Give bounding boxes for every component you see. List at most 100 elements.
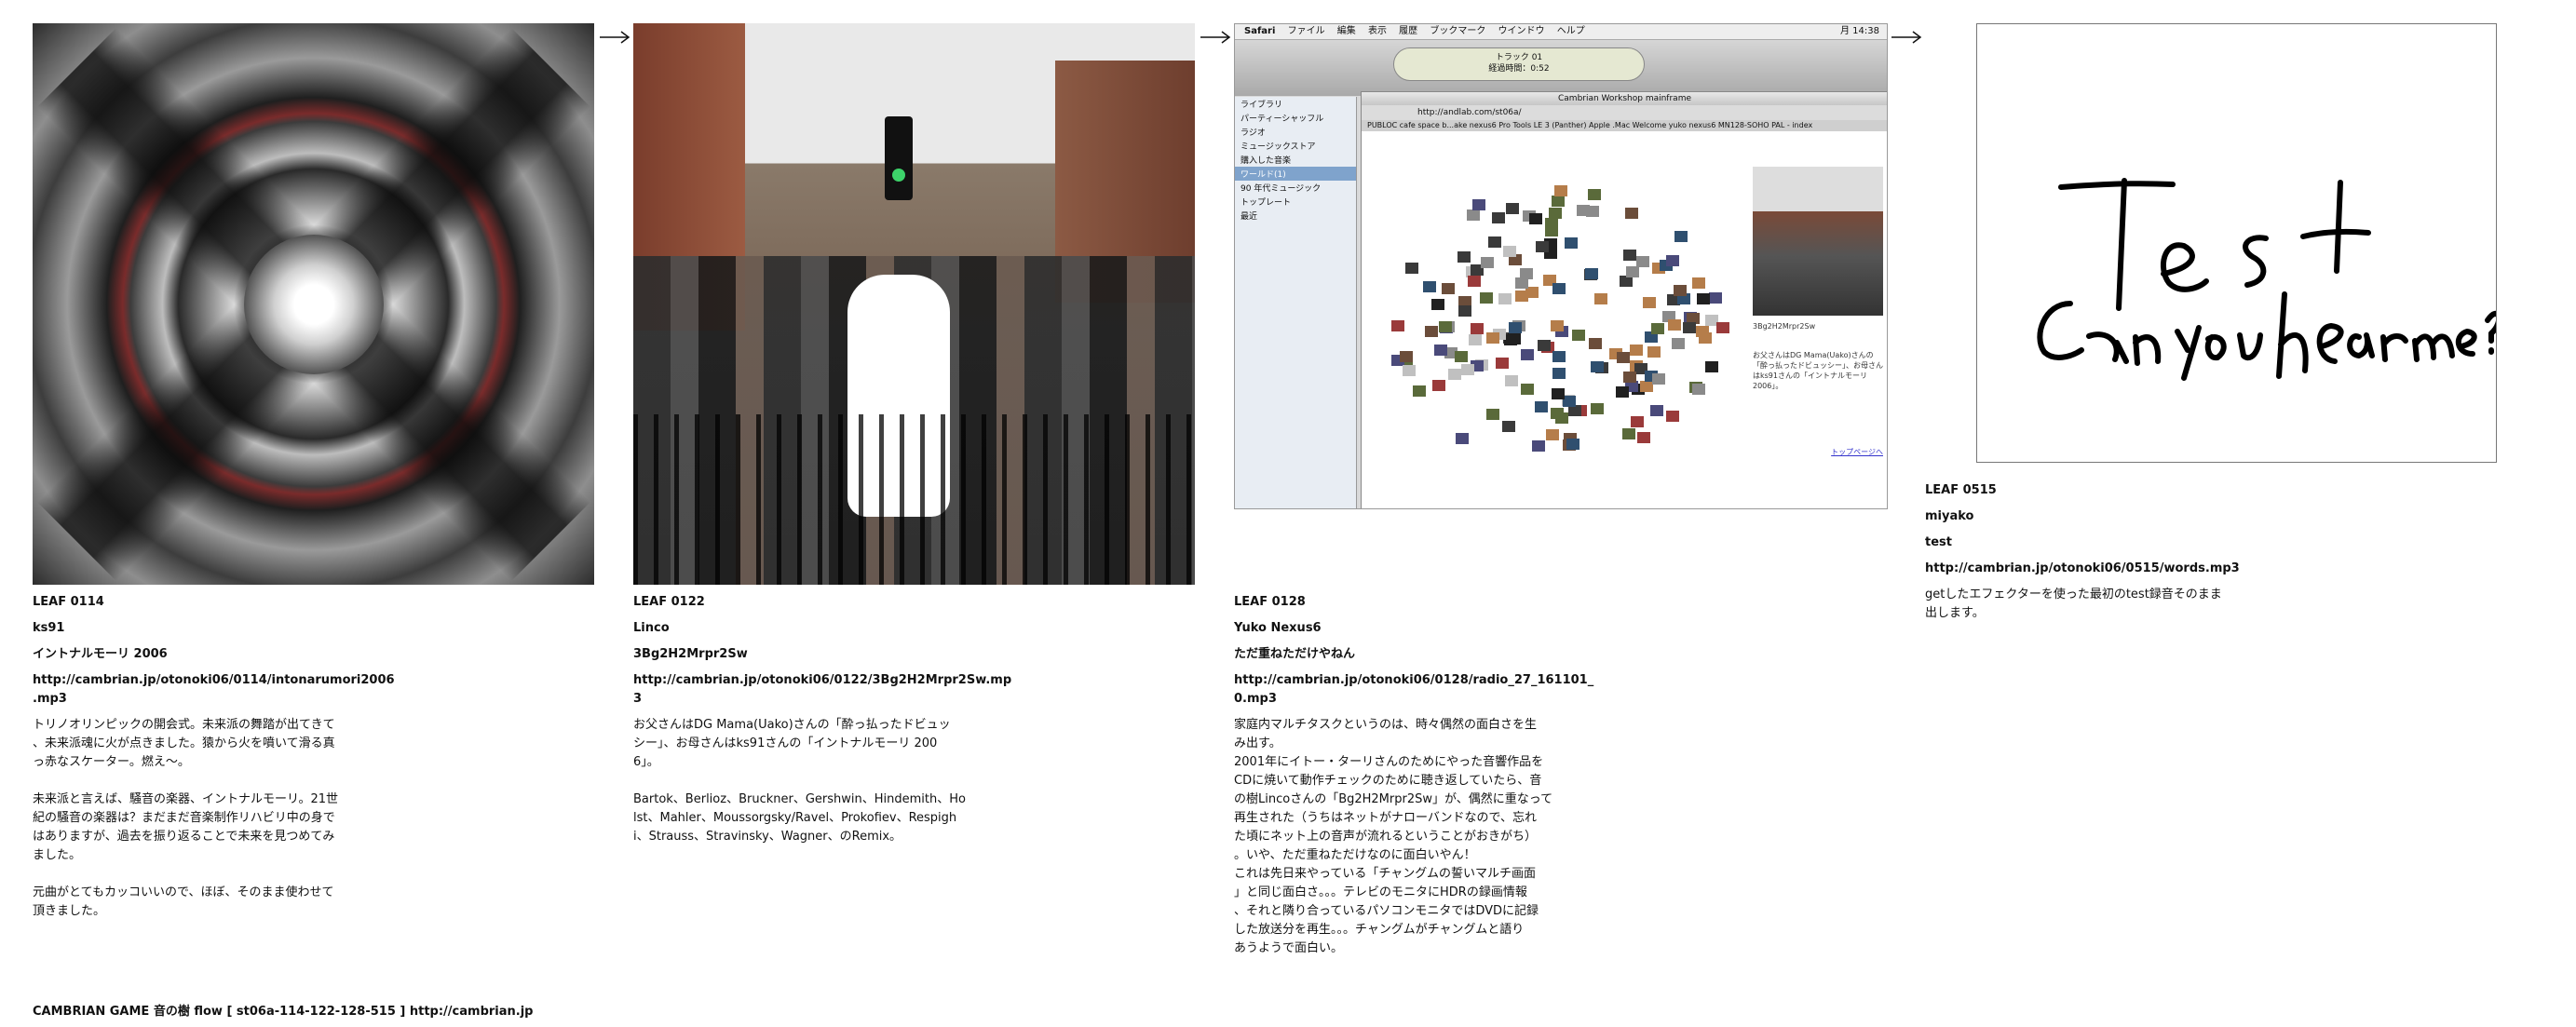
graph-thumbnail	[1471, 198, 1485, 210]
graph-thumbnail	[1425, 325, 1439, 337]
leaf-url[interactable]: http://cambrian.jp/otonoki06/0128/radio_…	[1234, 671, 1634, 709]
graph-thumbnail	[1552, 368, 1566, 380]
graph-thumbnail	[1457, 251, 1471, 264]
right-column: 3Bg2H2Mrpr2Sw お父さんはDG Mama(Uako)さんの「酔っ払っ…	[1753, 167, 1883, 502]
street-image	[633, 23, 1195, 585]
graph-thumbnail	[1625, 266, 1639, 278]
graph-thumbnail	[1448, 369, 1462, 381]
graph-thumbnail	[1566, 439, 1579, 451]
graph-thumbnail	[1520, 383, 1534, 395]
graph-thumbnail	[1480, 291, 1494, 304]
graph-thumbnail	[1636, 255, 1650, 267]
graph-thumbnail	[1485, 331, 1499, 344]
screenshot-image: Safari ファイル 編集 表示 履歴 ブックマーク ウインドウ ヘルプ 月 …	[1234, 23, 1888, 509]
right-arrow-icon	[1200, 30, 1231, 45]
graph-thumbnail	[1594, 292, 1608, 304]
graph-thumbnail	[1495, 358, 1509, 370]
graph-thumbnail	[1671, 337, 1685, 349]
graph-thumbnail	[1505, 374, 1519, 386]
leaf-author: ks91	[33, 621, 65, 635]
graph-thumbnail	[1667, 319, 1681, 331]
graph-thumbnail	[1439, 320, 1453, 332]
graph-thumbnail	[1433, 344, 1447, 356]
leaf-paragraph: お父さんはDG Mama(Uako)さんの「酔っ払ったドビュッ シー」、お母さん…	[633, 718, 951, 769]
graph-thumbnail	[1715, 322, 1729, 334]
graph-thumbnail	[1521, 349, 1535, 361]
handwriting-image	[1976, 23, 2497, 463]
graph-thumbnail	[1590, 361, 1604, 373]
graph-thumbnail	[1637, 432, 1651, 444]
graph-thumbnail	[1486, 409, 1500, 421]
leaf-url[interactable]: http://cambrian.jp/otonoki06/0515/words.…	[1925, 560, 2316, 578]
graph-thumbnail	[1491, 212, 1505, 224]
graph-thumbnail	[1623, 249, 1637, 261]
graph-thumbnail	[1552, 350, 1566, 362]
leaf-paragraph: Bartok、Berlioz、Bruckner、Gershwin、Hindemi…	[633, 792, 966, 844]
graph-thumbnail	[1430, 298, 1444, 310]
graph-thumbnail	[1552, 387, 1566, 399]
tree-graph	[1371, 167, 1743, 483]
graph-thumbnail	[1502, 421, 1516, 433]
graph-thumbnail	[1630, 416, 1644, 428]
graph-thumbnail	[1565, 236, 1579, 249]
graph-thumbnail	[1615, 385, 1629, 398]
graph-thumbnail	[1652, 373, 1666, 385]
footer-text: CAMBRIAN GAME 音の樹 flow [ st06a-114-122-1…	[33, 1005, 534, 1019]
graph-thumbnail	[1481, 257, 1495, 269]
leaf-author: Linco	[633, 621, 670, 635]
leaf-id: LEAF 0128	[1234, 595, 1306, 609]
graph-thumbnail	[1666, 254, 1680, 266]
leaf-url[interactable]: http://cambrian.jp/otonoki06/0122/3Bg2H2…	[633, 671, 1024, 709]
graph-thumbnail	[1470, 322, 1484, 334]
leaf-id: LEAF 0515	[1925, 483, 1997, 497]
graph-thumbnail	[1567, 405, 1581, 417]
graph-thumbnail	[1552, 283, 1566, 295]
leaf-url[interactable]: http://cambrian.jp/otonoki06/0114/intona…	[33, 671, 405, 709]
graph-thumbnail	[1506, 202, 1520, 214]
graph-thumbnail	[1455, 351, 1469, 363]
graph-thumbnail	[1708, 292, 1722, 304]
graph-thumbnail	[1515, 291, 1529, 303]
graph-thumbnail	[1584, 267, 1598, 279]
graph-thumbnail	[1423, 281, 1437, 292]
graph-thumbnail	[1520, 267, 1534, 279]
graph-thumbnail	[1563, 395, 1577, 407]
graph-thumbnail	[1682, 321, 1696, 333]
graph-thumbnail	[1550, 408, 1564, 420]
leaf-id: LEAF 0122	[633, 595, 705, 609]
graph-thumbnail	[1498, 293, 1512, 305]
leaf-title: 3Bg2H2Mrpr2Sw	[633, 647, 748, 661]
graph-thumbnail	[1692, 277, 1706, 290]
graph-thumbnail	[1623, 371, 1637, 383]
leaf-caption-0122: LEAF 0122 Linco 3Bg2H2Mrpr2Sw http://cam…	[633, 593, 1024, 846]
graph-thumbnail	[1503, 245, 1517, 257]
leaf-caption-0128: LEAF 0128 Yuko Nexus6 ただ重ねただけやねん http://…	[1234, 593, 1634, 958]
clock: 月 14:38	[1840, 26, 1879, 36]
graph-thumbnail	[1413, 385, 1427, 397]
graph-thumbnail	[1554, 184, 1568, 196]
graph-thumbnail	[1546, 428, 1560, 440]
graph-thumbnail	[1591, 403, 1605, 415]
leaf-title: test	[1925, 535, 1952, 549]
leaf-title: イントナルモーリ 2006	[33, 647, 168, 661]
graph-thumbnail	[1442, 283, 1456, 295]
graph-thumbnail	[1698, 331, 1712, 344]
graph-thumbnail	[1488, 236, 1501, 248]
right-arrow-icon	[1891, 30, 1922, 45]
graph-thumbnail	[1650, 404, 1664, 416]
leaf-caption-0515: LEAF 0515 miyako test http://cambrian.jp…	[1925, 481, 2316, 623]
leaf-title: ただ重ねただけやねん	[1234, 647, 1356, 661]
graph-thumbnail	[1588, 337, 1602, 349]
leaf-paragraph: 元曲がとてもカッコいいので、ほぼ、そのまま使わせて 頂きました。	[33, 885, 334, 918]
graph-thumbnail	[1534, 400, 1548, 412]
graph-thumbnail	[1691, 384, 1705, 396]
leaf-paragraph: getしたエフェクターを使った最初のtest録音そのまま 出します。	[1925, 588, 2222, 620]
browser-window: Cambrian Workshop mainframe http://andla…	[1361, 91, 1887, 508]
right-arrow-icon	[599, 30, 630, 45]
tunnel-image	[33, 23, 594, 585]
graph-thumbnail	[1622, 428, 1636, 440]
graph-thumbnail	[1457, 305, 1471, 318]
graph-thumbnail	[1548, 207, 1562, 219]
menu-bar: Safari ファイル 編集 表示 履歴 ブックマーク ウインドウ ヘルプ 月 …	[1235, 24, 1887, 40]
leaf-id: LEAF 0114	[33, 595, 104, 609]
